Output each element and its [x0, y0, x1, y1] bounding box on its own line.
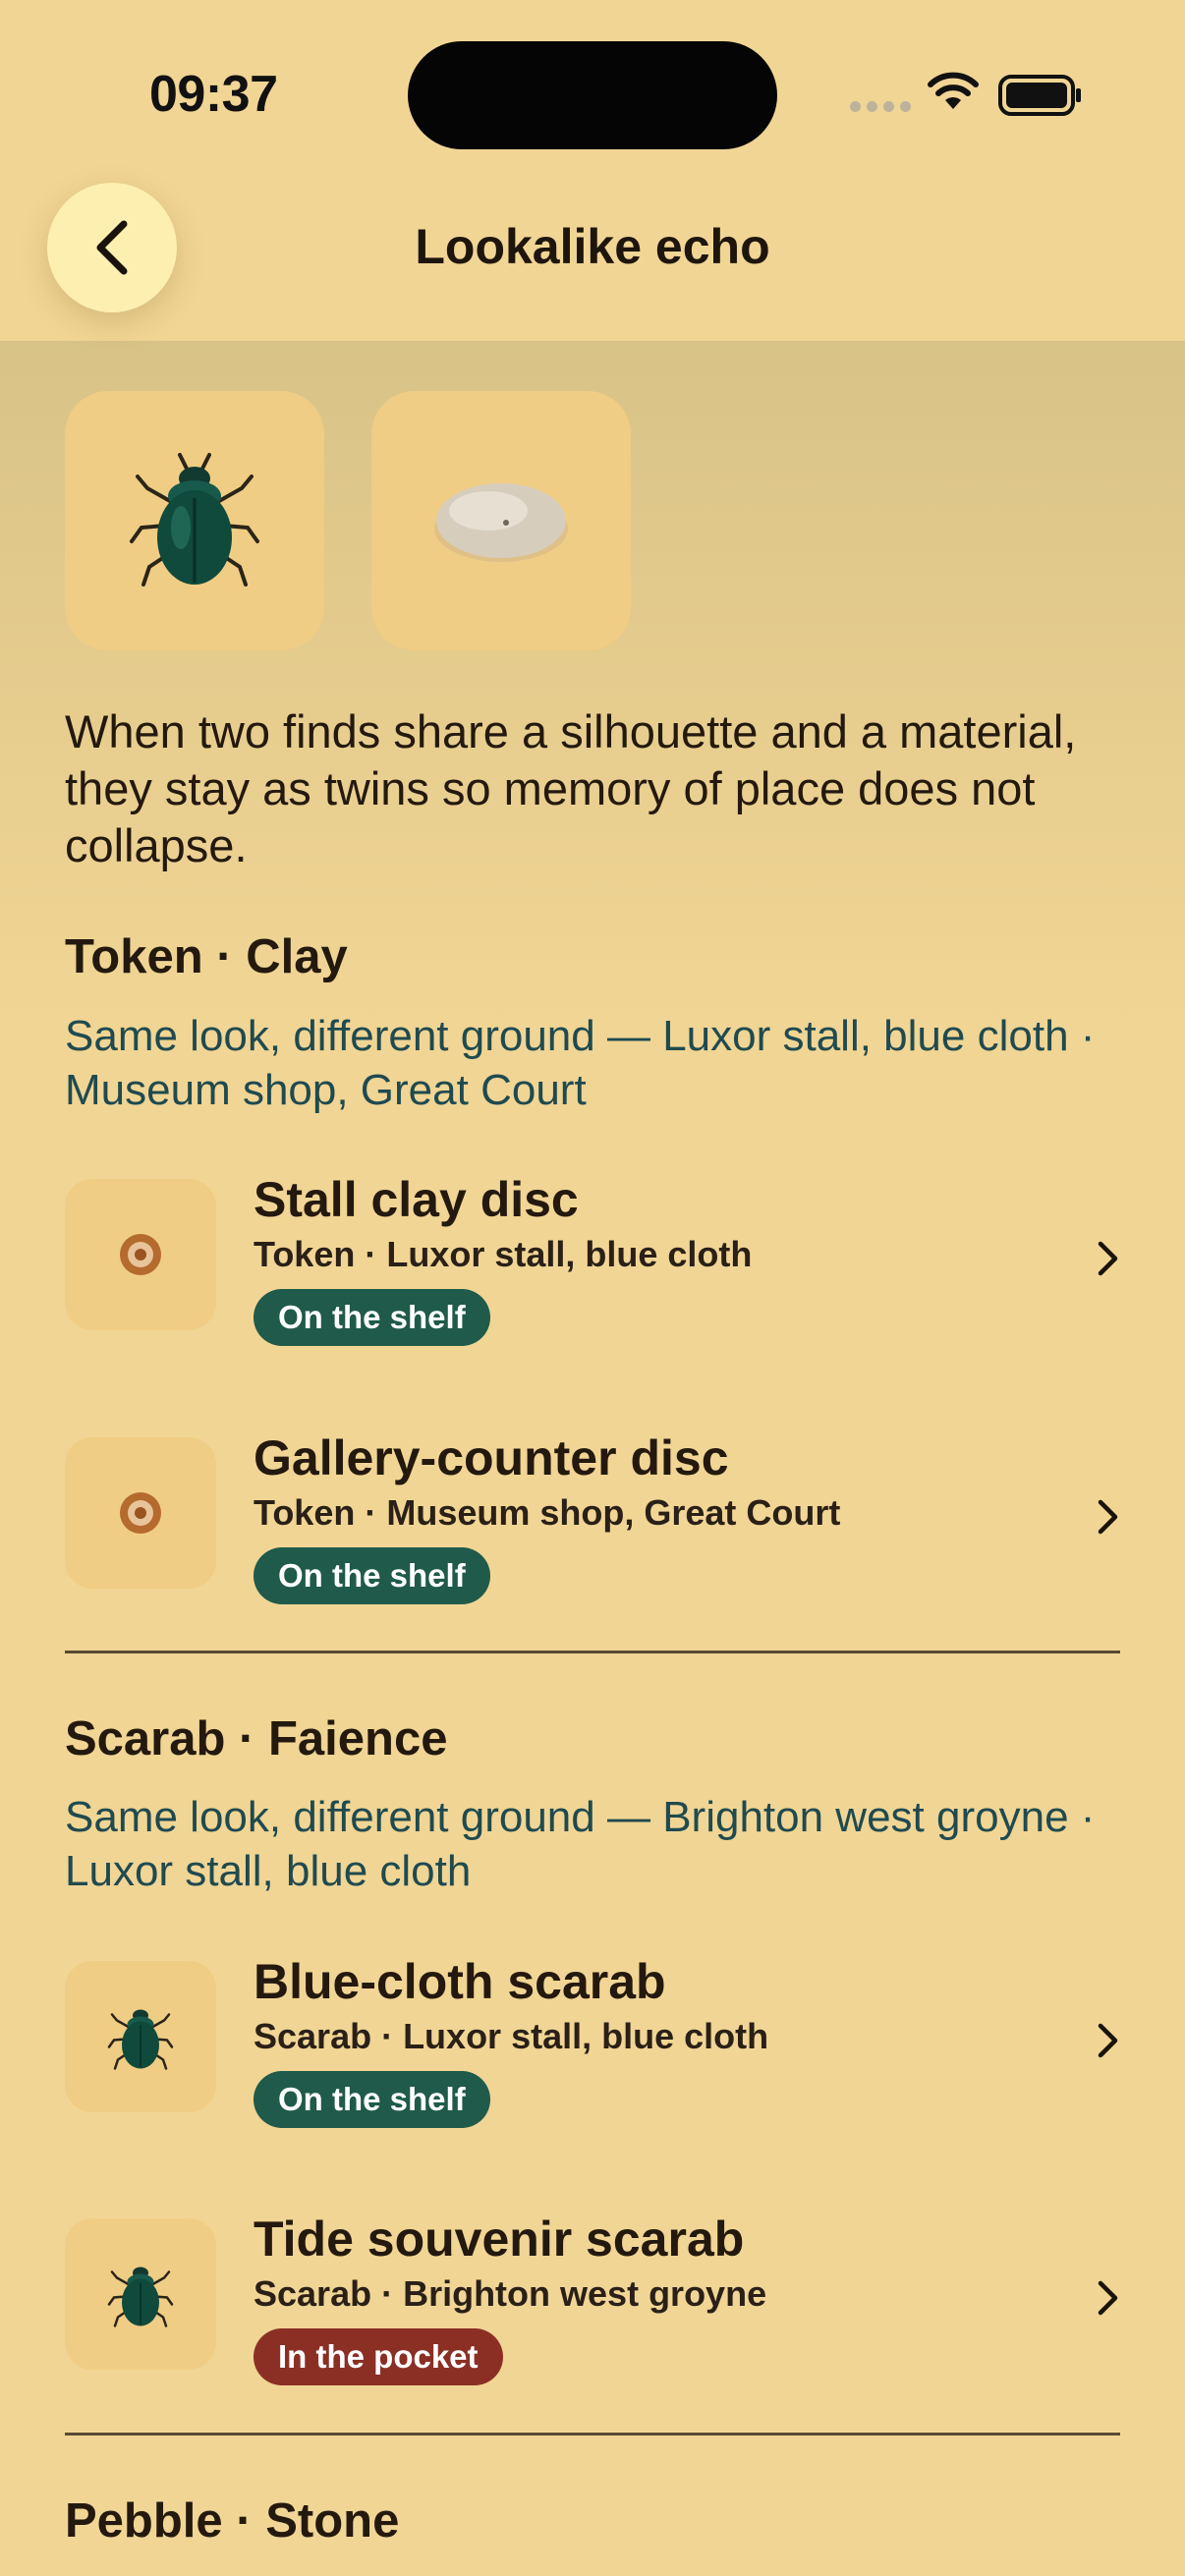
- divider: [65, 1651, 1120, 1653]
- chevron-right-icon: [1098, 1241, 1118, 1276]
- status-badge: On the shelf: [254, 1289, 490, 1346]
- clay-disc-thumbnail: [65, 1437, 216, 1589]
- status-time: 09:37: [149, 66, 278, 123]
- status-badge: On the shelf: [254, 2071, 490, 2128]
- group-subtitle: Same look, different ground — Brighton w…: [65, 1793, 1096, 1895]
- list-item[interactable]: Blue-cloth scarab Scarab · Luxor stall, …: [65, 1954, 1120, 2128]
- hero-tile-pebble[interactable]: [371, 391, 631, 650]
- item-meta: Token · Luxor stall, blue cloth: [254, 1234, 753, 1274]
- chevron-right-icon: [1098, 1499, 1118, 1535]
- group-title: Token · Clay: [65, 930, 348, 983]
- scarab-beetle-icon: [130, 453, 259, 587]
- list-item[interactable]: Tide souvenir scarab Scarab · Brighton w…: [65, 2212, 1120, 2385]
- cellular-signal-icon: [850, 101, 911, 112]
- status-badge: On the shelf: [254, 1547, 490, 1604]
- scarab-thumbnail: [65, 2218, 216, 2370]
- item-title: Gallery-counter disc: [254, 1430, 729, 1485]
- chevron-right-icon: [1098, 2023, 1118, 2058]
- list-item[interactable]: Stall clay disc Token · Luxor stall, blu…: [65, 1172, 1120, 1346]
- clay-disc-icon: [120, 1492, 161, 1534]
- group-title: Scarab · Faience: [65, 1712, 448, 1765]
- item-title: Tide souvenir scarab: [254, 2212, 745, 2267]
- item-meta: Scarab · Brighton west groyne: [254, 2273, 767, 2314]
- item-title: Blue-cloth scarab: [254, 1954, 666, 2009]
- dynamic-island: [408, 41, 777, 149]
- hero-tile-scarab[interactable]: [65, 391, 324, 650]
- pebble-icon: [434, 483, 568, 562]
- wifi-icon: [928, 72, 979, 109]
- clay-disc-thumbnail: [65, 1179, 216, 1330]
- item-meta: Scarab · Luxor stall, blue cloth: [254, 2016, 769, 2056]
- intro-text: When two finds share a silhouette and a …: [65, 705, 1077, 871]
- group-title: Pebble · Stone: [65, 2494, 400, 2548]
- item-title: Stall clay disc: [254, 1172, 579, 1227]
- list-item[interactable]: Gallery-counter disc Token · Museum shop…: [65, 1430, 1120, 1604]
- divider: [65, 2433, 1120, 2436]
- scarab-beetle-icon: [107, 2267, 174, 2327]
- battery-icon: [998, 75, 1081, 116]
- page-title: Lookalike echo: [415, 219, 770, 274]
- status-badge: In the pocket: [254, 2328, 503, 2385]
- item-meta: Token · Museum shop, Great Court: [254, 1492, 841, 1533]
- scarab-thumbnail: [65, 1961, 216, 2112]
- clay-disc-icon: [120, 1234, 161, 1275]
- chevron-right-icon: [1098, 2280, 1118, 2316]
- scarab-beetle-icon: [107, 2009, 174, 2070]
- group-subtitle: Same look, different ground — Luxor stal…: [65, 1012, 1096, 1114]
